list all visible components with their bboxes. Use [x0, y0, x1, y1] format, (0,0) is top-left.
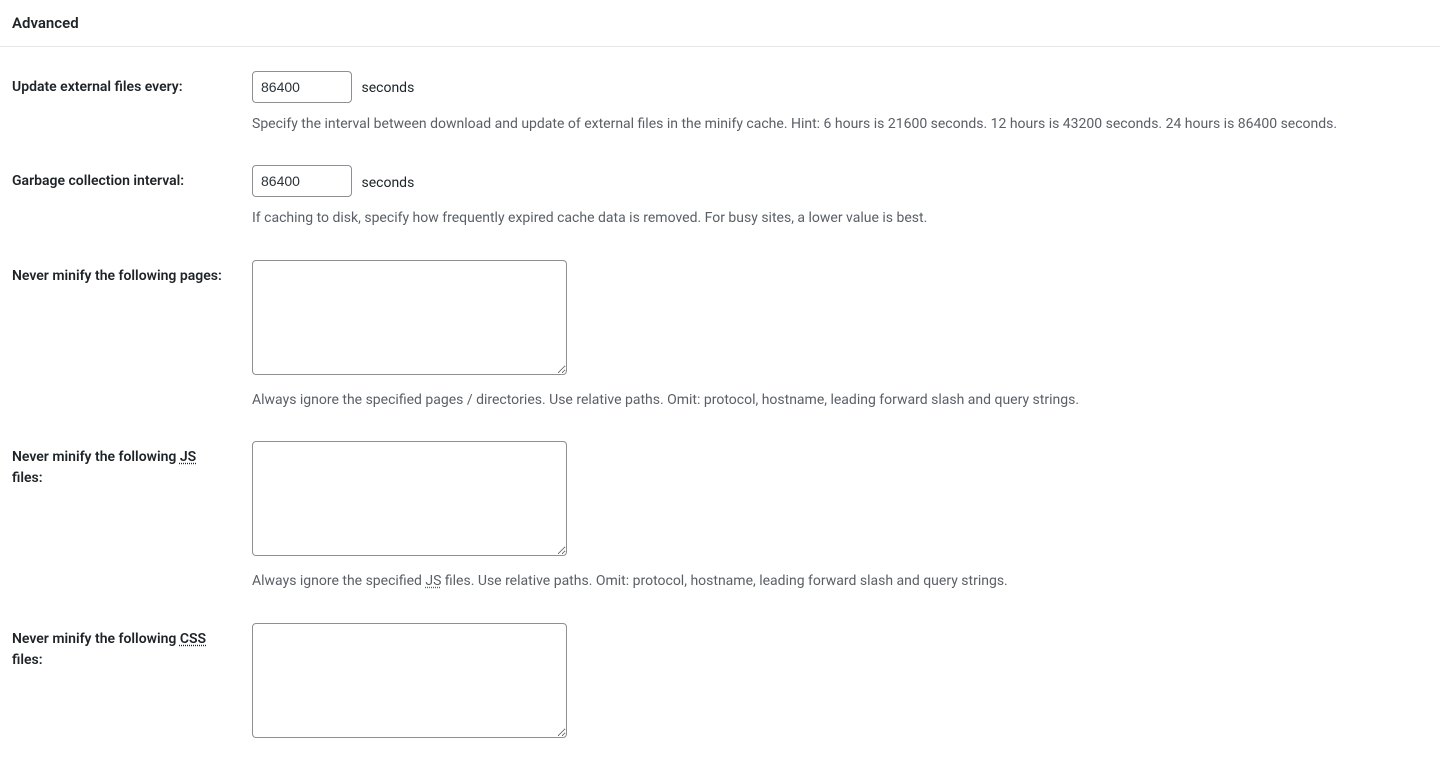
- textarea-never-minify-js[interactable]: [252, 441, 567, 556]
- section-title: Advanced: [0, 0, 1440, 47]
- unit-garbage-interval: seconds: [361, 175, 414, 191]
- label-never-minify-pages: Never minify the following pages:: [0, 248, 240, 429]
- desc-never-minify-js: Always ignore the specified JS files. Us…: [252, 570, 1402, 592]
- row-never-minify-js: Never minify the following JS files: Alw…: [0, 429, 1440, 610]
- label-update-external: Update external files every:: [0, 59, 240, 153]
- desc-garbage-interval: If caching to disk, specify how frequent…: [252, 207, 1402, 229]
- abbr-js-icon: JS: [180, 449, 196, 465]
- row-garbage-interval: Garbage collection interval: seconds If …: [0, 153, 1440, 247]
- input-update-external[interactable]: [252, 71, 352, 103]
- row-update-external: Update external files every: seconds Spe…: [0, 59, 1440, 153]
- label-never-minify-js-pre: Never minify the following: [12, 449, 180, 465]
- label-never-minify-js-post: files:: [12, 470, 43, 486]
- textarea-never-minify-pages[interactable]: [252, 260, 567, 375]
- advanced-settings-table: Update external files every: seconds Spe…: [0, 59, 1440, 760]
- label-never-minify-js: Never minify the following JS files:: [0, 429, 240, 610]
- label-garbage-interval: Garbage collection interval:: [0, 153, 240, 247]
- row-never-minify-pages: Never minify the following pages: Always…: [0, 248, 1440, 429]
- label-never-minify-css-post: files:: [12, 652, 43, 668]
- cell-never-minify-css: [240, 611, 1440, 760]
- desc-never-minify-js-post: files. Use relative paths. Omit: protoco…: [441, 573, 1007, 589]
- textarea-never-minify-css[interactable]: [252, 623, 567, 738]
- cell-never-minify-pages: Always ignore the specified pages / dire…: [240, 248, 1440, 429]
- abbr-css-icon: CSS: [180, 631, 206, 647]
- abbr-js-desc-icon: JS: [425, 573, 441, 589]
- cell-never-minify-js: Always ignore the specified JS files. Us…: [240, 429, 1440, 610]
- cell-garbage-interval: seconds If caching to disk, specify how …: [240, 153, 1440, 247]
- label-never-minify-css: Never minify the following CSS files:: [0, 611, 240, 760]
- unit-update-external: seconds: [361, 80, 414, 96]
- row-never-minify-css: Never minify the following CSS files:: [0, 611, 1440, 760]
- desc-update-external: Specify the interval between download an…: [252, 113, 1402, 135]
- input-garbage-interval[interactable]: [252, 165, 352, 197]
- desc-never-minify-js-pre: Always ignore the specified: [252, 573, 425, 589]
- cell-update-external: seconds Specify the interval between dow…: [240, 59, 1440, 153]
- label-never-minify-css-pre: Never minify the following: [12, 631, 180, 647]
- desc-never-minify-pages: Always ignore the specified pages / dire…: [252, 389, 1402, 411]
